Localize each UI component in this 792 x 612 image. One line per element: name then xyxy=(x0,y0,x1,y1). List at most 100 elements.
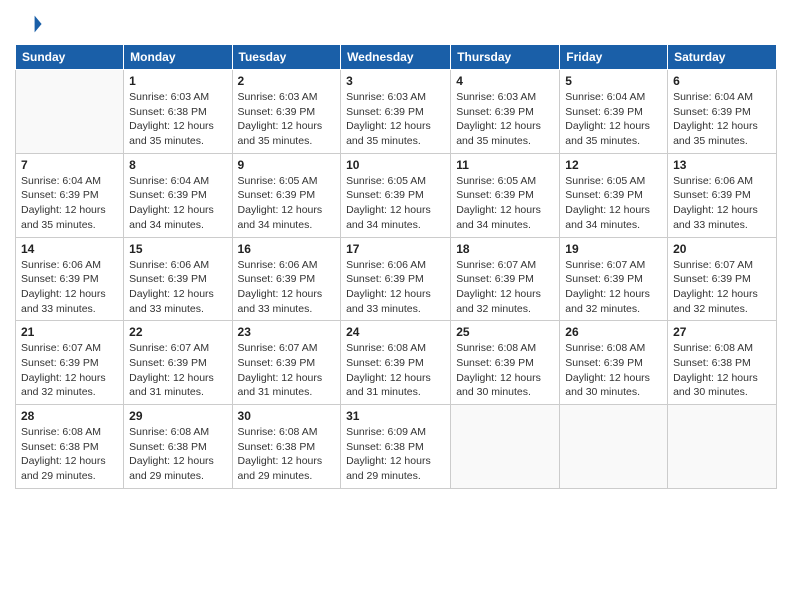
day-number: 9 xyxy=(238,158,336,172)
day-info: Sunrise: 6:06 AMSunset: 6:39 PMDaylight:… xyxy=(673,174,771,233)
day-info: Sunrise: 6:03 AMSunset: 6:39 PMDaylight:… xyxy=(456,90,554,149)
calendar-cell xyxy=(668,405,777,489)
day-info: Sunrise: 6:05 AMSunset: 6:39 PMDaylight:… xyxy=(565,174,662,233)
calendar-cell: 14Sunrise: 6:06 AMSunset: 6:39 PMDayligh… xyxy=(16,237,124,321)
calendar-cell: 6Sunrise: 6:04 AMSunset: 6:39 PMDaylight… xyxy=(668,70,777,154)
calendar-cell: 7 Sunrise: 6:04 AMSunset: 6:39 PMDaylight… xyxy=(16,153,124,237)
calendar-cell: 12 Sunrise: 6:05 AMSunset: 6:39 PMDayligh… xyxy=(560,153,668,237)
calendar-week-1: 7 Sunrise: 6:04 AMSunset: 6:39 PMDaylight… xyxy=(16,153,777,237)
page: Sunday Monday Tuesday Wednesday Thursday… xyxy=(0,0,792,612)
calendar-cell: 5Sunrise: 6:04 AMSunset: 6:39 PMDaylight… xyxy=(560,70,668,154)
day-number: 29 xyxy=(129,409,226,423)
col-wednesday: Wednesday xyxy=(341,45,451,70)
day-info: Sunrise: 6:06 AMSunset: 6:39 PMDaylight:… xyxy=(238,258,336,317)
calendar-cell: 11 Sunrise: 6:05 AMSunset: 6:39 PMDayligh… xyxy=(451,153,560,237)
calendar-cell xyxy=(560,405,668,489)
day-number: 28 xyxy=(21,409,118,423)
day-number: 26 xyxy=(565,325,662,339)
calendar-cell: 15 Sunrise: 6:06 AMSunset: 6:39 PMDayligh… xyxy=(124,237,232,321)
day-info: Sunrise: 6:09 AMSunset: 6:38 PMDaylight:… xyxy=(346,425,445,484)
day-info: Sunrise: 6:05 AMSunset: 6:39 PMDaylight:… xyxy=(456,174,554,233)
calendar-week-4: 28 Sunrise: 6:08 AMSunset: 6:38 PMDayligh… xyxy=(16,405,777,489)
day-number: 11 xyxy=(456,158,554,172)
day-number: 18 xyxy=(456,242,554,256)
day-info: Sunrise: 6:03 AMSunset: 6:38 PMDaylight:… xyxy=(129,90,226,149)
day-info: Sunrise: 6:04 AMSunset: 6:39 PMDaylight:… xyxy=(673,90,771,149)
day-info: Sunrise: 6:08 AMSunset: 6:38 PMDaylight:… xyxy=(673,341,771,400)
col-thursday: Thursday xyxy=(451,45,560,70)
day-number: 20 xyxy=(673,242,771,256)
day-number: 31 xyxy=(346,409,445,423)
day-info: Sunrise: 6:05 AMSunset: 6:39 PMDaylight:… xyxy=(238,174,336,233)
day-number: 15 xyxy=(129,242,226,256)
day-info: Sunrise: 6:07 AMSunset: 6:39 PMDaylight:… xyxy=(21,341,118,400)
col-monday: Monday xyxy=(124,45,232,70)
logo xyxy=(15,10,47,38)
day-info: Sunrise: 6:07 AMSunset: 6:39 PMDaylight:… xyxy=(238,341,336,400)
calendar-cell xyxy=(451,405,560,489)
calendar-cell: 31 Sunrise: 6:09 AMSunset: 6:38 PMDayligh… xyxy=(341,405,451,489)
calendar-cell: 23 Sunrise: 6:07 AMSunset: 6:39 PMDayligh… xyxy=(232,321,341,405)
calendar-cell: 17 Sunrise: 6:06 AMSunset: 6:39 PMDayligh… xyxy=(341,237,451,321)
day-number: 7 xyxy=(21,158,118,172)
calendar-cell: 8Sunrise: 6:04 AMSunset: 6:39 PMDaylight… xyxy=(124,153,232,237)
calendar-cell: 21Sunrise: 6:07 AMSunset: 6:39 PMDayligh… xyxy=(16,321,124,405)
day-number: 24 xyxy=(346,325,445,339)
calendar-week-0: 1 Sunrise: 6:03 AMSunset: 6:38 PMDaylight… xyxy=(16,70,777,154)
day-info: Sunrise: 6:07 AMSunset: 6:39 PMDaylight:… xyxy=(456,258,554,317)
calendar-cell: 25 Sunrise: 6:08 AMSunset: 6:39 PMDayligh… xyxy=(451,321,560,405)
calendar-cell: 13 Sunrise: 6:06 AMSunset: 6:39 PMDayligh… xyxy=(668,153,777,237)
day-info: Sunrise: 6:05 AMSunset: 6:39 PMDaylight:… xyxy=(346,174,445,233)
day-number: 13 xyxy=(673,158,771,172)
col-tuesday: Tuesday xyxy=(232,45,341,70)
day-info: Sunrise: 6:04 AMSunset: 6:39 PMDaylight:… xyxy=(565,90,662,149)
day-number: 8 xyxy=(129,158,226,172)
day-info: Sunrise: 6:04 AMSunset: 6:39 PMDaylight:… xyxy=(21,174,118,233)
day-number: 12 xyxy=(565,158,662,172)
calendar-cell: 24Sunrise: 6:08 AMSunset: 6:39 PMDayligh… xyxy=(341,321,451,405)
day-number: 3 xyxy=(346,74,445,88)
day-number: 22 xyxy=(129,325,226,339)
col-sunday: Sunday xyxy=(16,45,124,70)
day-number: 25 xyxy=(456,325,554,339)
calendar-cell: 16 Sunrise: 6:06 AMSunset: 6:39 PMDayligh… xyxy=(232,237,341,321)
calendar-cell: 1 Sunrise: 6:03 AMSunset: 6:38 PMDaylight… xyxy=(124,70,232,154)
calendar-week-2: 14 Sunrise: 6:06 AMSunset: 6:39 PMDayligh… xyxy=(16,237,777,321)
day-number: 1 xyxy=(129,74,226,88)
calendar-cell: 10Sunrise: 6:05 AMSunset: 6:39 PMDayligh… xyxy=(341,153,451,237)
day-info: Sunrise: 6:06 AMSunset: 6:39 PMDaylight:… xyxy=(129,258,226,317)
header xyxy=(15,10,777,38)
calendar-cell: 18 Sunrise: 6:07 AMSunset: 6:39 PMDayligh… xyxy=(451,237,560,321)
calendar-cell: 3Sunrise: 6:03 AMSunset: 6:39 PMDaylight… xyxy=(341,70,451,154)
day-info: Sunrise: 6:07 AMSunset: 6:39 PMDaylight:… xyxy=(565,258,662,317)
day-number: 4 xyxy=(456,74,554,88)
day-info: Sunrise: 6:07 AMSunset: 6:39 PMDaylight:… xyxy=(673,258,771,317)
day-number: 17 xyxy=(346,242,445,256)
calendar-cell: 20 Sunrise: 6:07 AMSunset: 6:39 PMDayligh… xyxy=(668,237,777,321)
day-number: 2 xyxy=(238,74,336,88)
calendar-cell: 4 Sunrise: 6:03 AMSunset: 6:39 PMDaylight… xyxy=(451,70,560,154)
calendar-cell: 27Sunrise: 6:08 AMSunset: 6:38 PMDayligh… xyxy=(668,321,777,405)
day-number: 23 xyxy=(238,325,336,339)
calendar-cell: 2Sunrise: 6:03 AMSunset: 6:39 PMDaylight… xyxy=(232,70,341,154)
calendar-cell: 19Sunrise: 6:07 AMSunset: 6:39 PMDayligh… xyxy=(560,237,668,321)
day-info: Sunrise: 6:08 AMSunset: 6:38 PMDaylight:… xyxy=(21,425,118,484)
calendar-table: Sunday Monday Tuesday Wednesday Thursday… xyxy=(15,44,777,489)
day-info: Sunrise: 6:08 AMSunset: 6:38 PMDaylight:… xyxy=(129,425,226,484)
day-info: Sunrise: 6:08 AMSunset: 6:38 PMDaylight:… xyxy=(238,425,336,484)
day-info: Sunrise: 6:07 AMSunset: 6:39 PMDaylight:… xyxy=(129,341,226,400)
day-info: Sunrise: 6:08 AMSunset: 6:39 PMDaylight:… xyxy=(456,341,554,400)
calendar-cell: 26 Sunrise: 6:08 AMSunset: 6:39 PMDayligh… xyxy=(560,321,668,405)
calendar-week-3: 21Sunrise: 6:07 AMSunset: 6:39 PMDayligh… xyxy=(16,321,777,405)
calendar-cell: 29 Sunrise: 6:08 AMSunset: 6:38 PMDayligh… xyxy=(124,405,232,489)
calendar-header-row: Sunday Monday Tuesday Wednesday Thursday… xyxy=(16,45,777,70)
day-info: Sunrise: 6:06 AMSunset: 6:39 PMDaylight:… xyxy=(346,258,445,317)
day-info: Sunrise: 6:08 AMSunset: 6:39 PMDaylight:… xyxy=(565,341,662,400)
day-number: 14 xyxy=(21,242,118,256)
day-number: 16 xyxy=(238,242,336,256)
calendar-cell: 30 Sunrise: 6:08 AMSunset: 6:38 PMDayligh… xyxy=(232,405,341,489)
day-number: 30 xyxy=(238,409,336,423)
col-friday: Friday xyxy=(560,45,668,70)
col-saturday: Saturday xyxy=(668,45,777,70)
calendar-cell: 22 Sunrise: 6:07 AMSunset: 6:39 PMDayligh… xyxy=(124,321,232,405)
